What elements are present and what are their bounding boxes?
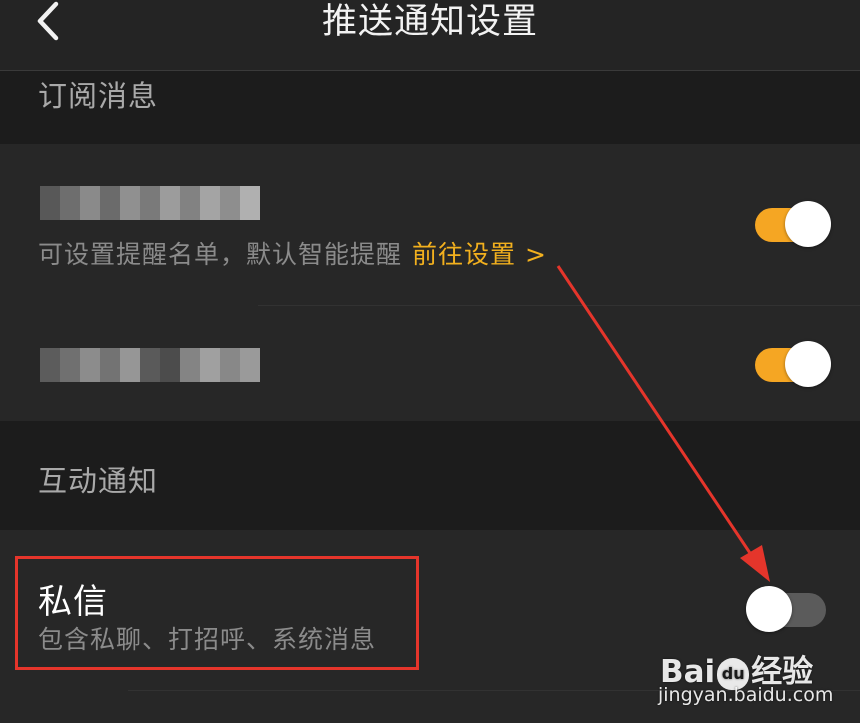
setting-row-subtitle: 可设置提醒名单，默认智能提醒 前往设置 > (38, 235, 547, 271)
toggle-knob (785, 341, 831, 387)
setting-row-reminder: 可设置提醒名单，默认智能提醒 前往设置 > (0, 144, 860, 306)
watermark-url: jingyan.baidu.com (658, 684, 834, 706)
reminder-subtitle-text: 可设置提醒名单，默认智能提醒 (38, 240, 403, 269)
section-title-interaction: 互动通知 (38, 464, 159, 498)
highlight-box (15, 556, 419, 670)
go-to-settings-link[interactable]: 前往设置 > (412, 240, 547, 269)
toggle-knob (785, 201, 831, 247)
obscured-title (40, 348, 260, 382)
obscured-title (40, 186, 260, 220)
section-header-interaction: 互动通知 (0, 421, 860, 530)
page-title: 推送通知设置 (321, 2, 538, 42)
navigation-bar: 推送通知设置 (0, 0, 860, 71)
second-toggle[interactable] (755, 341, 831, 387)
section-title-subscription: 订阅消息 (38, 79, 159, 113)
reminder-toggle[interactable] (755, 201, 831, 247)
baidu-jingyan-watermark: Bai du 经验 jingyan.baidu.com (628, 620, 833, 720)
setting-row-second (0, 306, 860, 421)
section-header-subscription: 订阅消息 (0, 71, 860, 144)
push-notification-settings-screen: 推送通知设置 订阅消息 可设置提醒名单，默认智能提醒 前往设置 > 互动通知 私信 (0, 0, 860, 723)
